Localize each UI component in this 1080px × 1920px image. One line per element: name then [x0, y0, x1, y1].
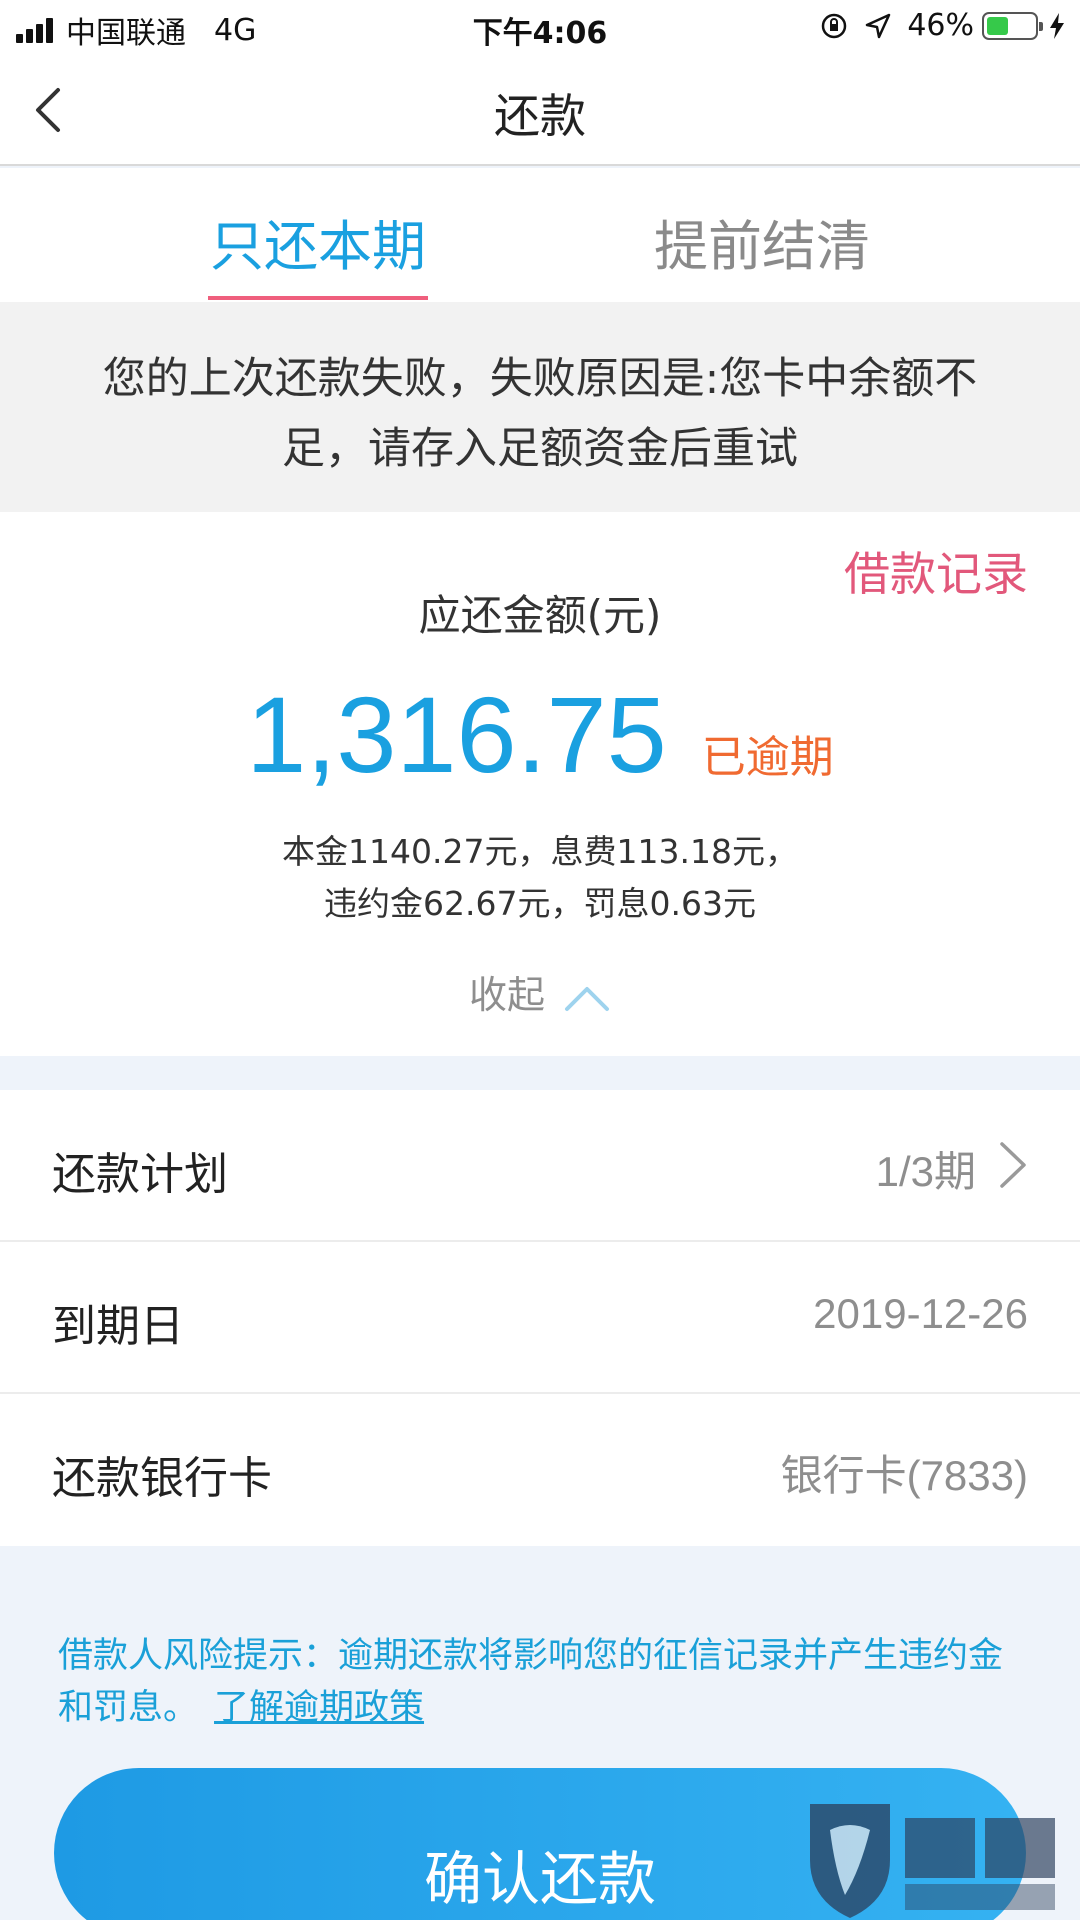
collapse-label: 收起 [468, 973, 545, 1017]
charging-bolt-icon [1050, 12, 1064, 39]
breakdown-line: 违约金62.67元，罚息0.63元 [324, 884, 756, 923]
amount-card: 借款记录 应还金额(元) 1,316.75 已逾期 本金1140.27元，息费1… [0, 512, 1080, 1056]
amount-due-value: 1,316.75 [246, 674, 667, 795]
battery-percent: 46% [907, 8, 974, 43]
repayment-page: 中国联通 4G 下午4:06 46% 还款 只还本期 提前结清 您的上次还款失败… [0, 0, 1080, 1920]
list-item-bank-card[interactable]: 还款银行卡 银行卡(7833) [0, 1394, 1080, 1546]
list-item-due-date: 到期日 2019-12-26 [0, 1242, 1080, 1394]
info-label: 还款银行卡 [52, 1453, 272, 1504]
amount-label: 应还金额(元) [418, 591, 662, 640]
tab-early-settlement[interactable]: 提前结清 [642, 202, 882, 281]
info-label: 到期日 [52, 1301, 184, 1352]
battery-fill [987, 16, 1008, 35]
rotation-lock-icon [822, 13, 847, 38]
info-value: 2019-12-26 [813, 1290, 1028, 1337]
risk-notice-text: 借款人风险提示：逾期还款将影响您的征信记录并产生违约金和罚息。 [58, 1636, 1004, 1728]
breakdown-line: 本金1140.27元，息费113.18元， [282, 832, 798, 871]
amount-row: 1,316.75 已逾期 [0, 672, 1080, 797]
risk-notice: 借款人风险提示：逾期还款将影响您的征信记录并产生违约金和罚息。 了解逾期政策 [58, 1630, 1018, 1734]
info-label: 还款计划 [52, 1149, 228, 1200]
status-right: 46% [819, 8, 1066, 43]
nav-bar: 还款 [0, 54, 1080, 166]
info-value: 银行卡(7833) [780, 1452, 1028, 1499]
info-value: 1/3期 [875, 1148, 976, 1195]
battery-icon [982, 11, 1043, 40]
repayment-info-list: 还款计划 1/3期 到期日 2019-12-26 还款银行卡 银行卡(7833) [0, 1090, 1080, 1546]
collapse-toggle[interactable]: 收起 [0, 964, 1080, 1019]
page-title: 还款 [494, 89, 586, 143]
chevron-up-icon [565, 986, 609, 1011]
list-item-repayment-plan[interactable]: 还款计划 1/3期 [0, 1090, 1080, 1242]
payment-failure-notice: 您的上次还款失败，失败原因是:您卡中余额不足，请存入足额资金后重试 [0, 302, 1080, 512]
chevron-right-icon [1000, 1142, 1026, 1188]
active-tab-indicator [208, 296, 428, 300]
overdue-policy-link[interactable]: 了解逾期政策 [214, 1688, 424, 1728]
black-cat-watermark-logo [810, 1804, 1055, 1918]
amount-breakdown: 本金1140.27元，息费113.18元， 违约金62.67元，罚息0.63元 [0, 826, 1080, 930]
repayment-tabs: 只还本期 提前结清 [0, 168, 1080, 302]
location-arrow-icon [866, 13, 891, 38]
overdue-status-badge: 已逾期 [701, 732, 834, 783]
status-bar: 中国联通 4G 下午4:06 46% [0, 0, 1080, 54]
tab-current-period[interactable]: 只还本期 [198, 202, 438, 281]
